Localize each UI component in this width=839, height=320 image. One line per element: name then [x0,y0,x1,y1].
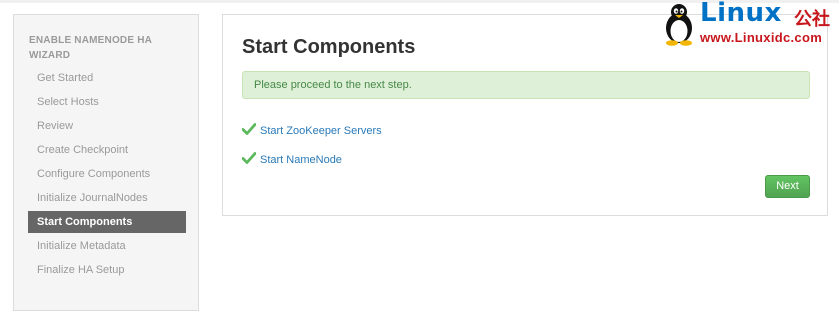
wizard-sidebar: ENABLE NAMENODE HA WIZARD Get Started Se… [13,14,199,311]
task-link-zookeeper[interactable]: Start ZooKeeper Servers [260,125,382,137]
check-icon [242,152,256,164]
watermark-brand: Linux [700,0,782,28]
sidebar-item-create-checkpoint: Create Checkpoint [37,144,129,156]
wizard-steps-list: Get Started Select Hosts Review Create C… [28,66,186,282]
check-icon [242,123,256,135]
watermark-logo: Linux 公社 www.Linuxidc.com [660,0,839,50]
task-row: Start NameNode [242,152,342,168]
sidebar-item-configure-components: Configure Components [37,168,151,180]
tux-icon [666,4,692,46]
sidebar-item-initialize-journalnodes: Initialize JournalNodes [37,192,148,204]
next-button[interactable]: Next [765,175,810,198]
sidebar-item-select-hosts: Select Hosts [37,96,99,108]
success-alert: Please proceed to the next step. [242,71,810,99]
sidebar-title: ENABLE NAMENODE HA WIZARD [29,35,152,61]
task-row: Start ZooKeeper Servers [242,123,382,139]
sidebar-item-initialize-metadata: Initialize Metadata [37,240,126,252]
sidebar-item-finalize-ha-setup: Finalize HA Setup [37,264,125,276]
task-link-namenode[interactable]: Start NameNode [260,154,342,166]
watermark-url: www.Linuxidc.com [700,30,823,45]
watermark-brand-cn: 公社 [794,9,830,29]
page-title: Start Components [242,36,416,58]
sidebar-item-get-started: Get Started [37,72,94,84]
sidebar-item-review: Review [37,120,74,132]
sidebar-item-start-components[interactable]: Start Components [28,211,186,233]
